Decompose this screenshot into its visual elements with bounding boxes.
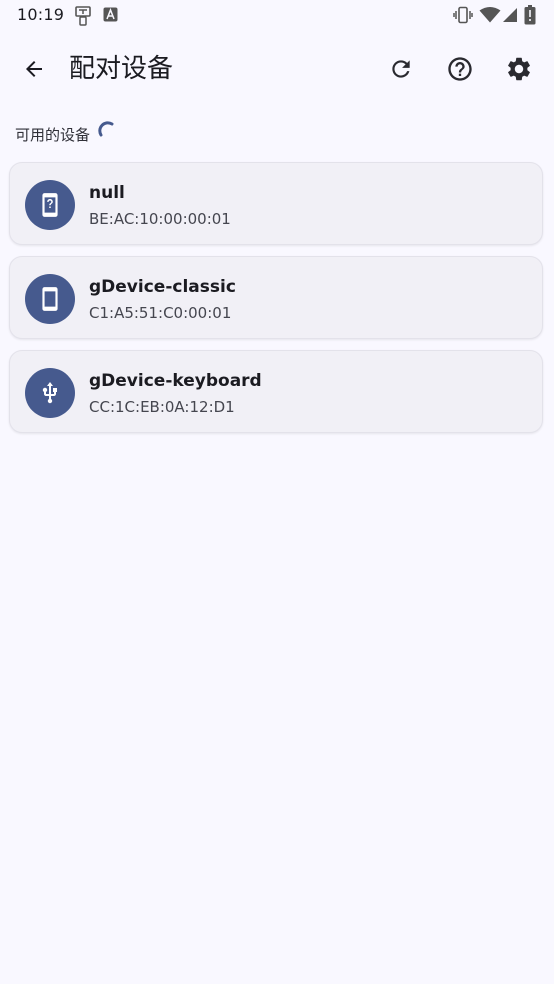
smartphone-icon bbox=[42, 287, 58, 311]
settings-button[interactable] bbox=[497, 47, 541, 91]
wifi-icon bbox=[479, 7, 501, 23]
refresh-button[interactable] bbox=[379, 47, 423, 91]
available-devices-header: 可用的设备 bbox=[15, 120, 118, 145]
back-button[interactable] bbox=[12, 47, 56, 91]
section-label: 可用的设备 bbox=[15, 126, 91, 144]
cellular-signal-icon bbox=[503, 8, 517, 22]
device-item[interactable]: gDevice-classic C1:A5:51:C0:00:01 bbox=[9, 256, 543, 339]
loading-spinner-icon bbox=[98, 120, 114, 136]
battery-alert-icon bbox=[524, 5, 536, 25]
device-avatar bbox=[25, 368, 75, 418]
device-avatar bbox=[25, 180, 75, 230]
help-button[interactable] bbox=[438, 47, 482, 91]
status-bar: 10:19 bbox=[0, 0, 554, 32]
device-name: null bbox=[89, 183, 125, 203]
device-name: gDevice-classic bbox=[89, 277, 236, 297]
status-time: 10:19 bbox=[17, 5, 65, 24]
gear-icon bbox=[508, 57, 530, 81]
app-bar: 配对设备 bbox=[0, 40, 554, 98]
device-address: C1:A5:51:C0:00:01 bbox=[89, 304, 232, 322]
device-address: BE:AC:10:00:00:01 bbox=[89, 210, 231, 228]
font-notification-icon bbox=[103, 7, 118, 22]
device-address: CC:1C:EB:0A:12:D1 bbox=[89, 398, 235, 416]
notification-app-icon bbox=[75, 6, 91, 26]
device-name: gDevice-keyboard bbox=[89, 371, 262, 391]
usb-icon bbox=[42, 382, 57, 404]
help-icon bbox=[448, 57, 472, 81]
refresh-icon bbox=[392, 60, 410, 78]
device-avatar bbox=[25, 274, 75, 324]
vibrate-icon bbox=[453, 6, 473, 24]
device-item[interactable]: gDevice-keyboard CC:1C:EB:0A:12:D1 bbox=[9, 350, 543, 433]
back-arrow-icon bbox=[26, 61, 42, 77]
device-item[interactable]: null BE:AC:10:00:00:01 bbox=[9, 162, 543, 245]
page-title: 配对设备 bbox=[69, 54, 174, 84]
unknown-phone-icon bbox=[42, 193, 58, 217]
device-list: null BE:AC:10:00:00:01 gDevice-classic C… bbox=[9, 162, 545, 444]
